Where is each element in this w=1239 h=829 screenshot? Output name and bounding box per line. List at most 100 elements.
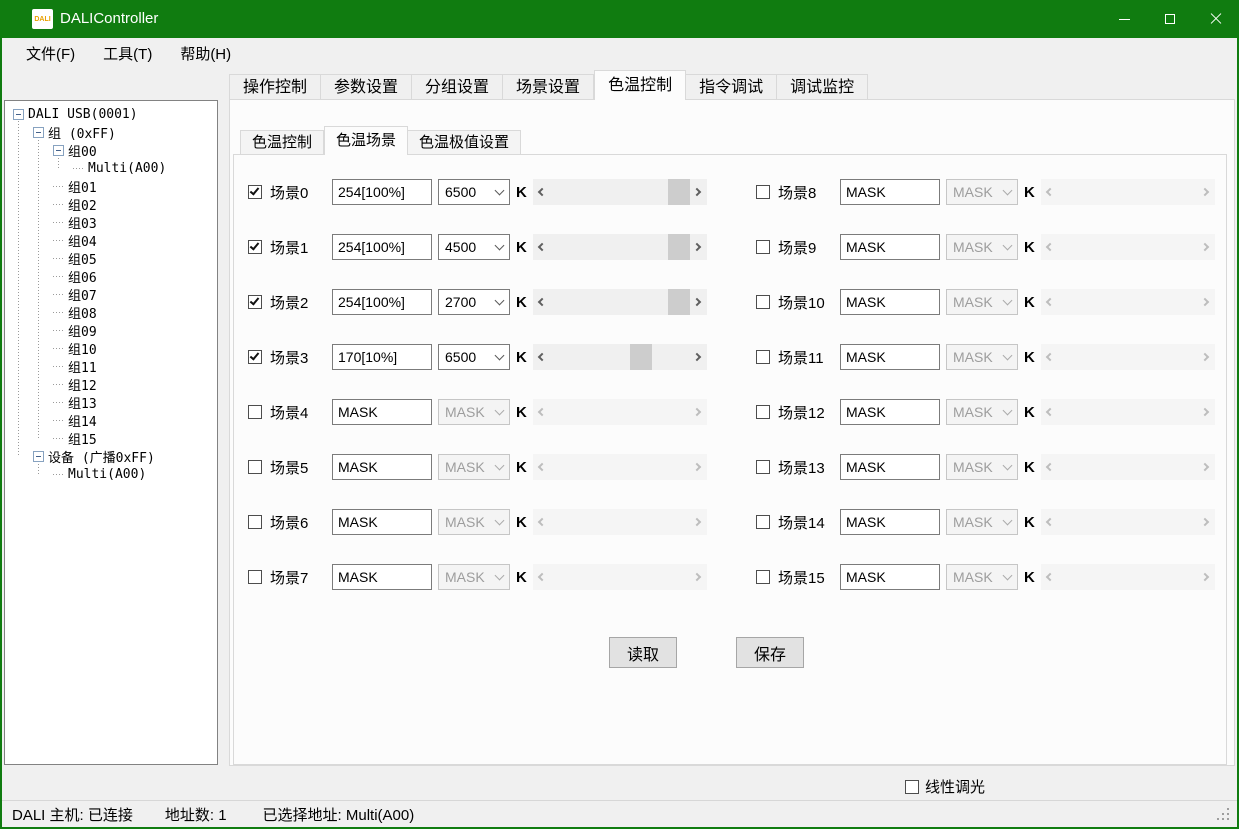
subtab-色温场景[interactable]: 色温场景	[324, 126, 408, 155]
tree-collapse-icon[interactable]	[33, 451, 44, 462]
scroll-left-button[interactable]	[1041, 399, 1058, 425]
tree-item[interactable]: 组11	[53, 357, 97, 375]
scroll-right-button[interactable]	[690, 344, 707, 370]
save-button[interactable]: 保存	[736, 637, 804, 668]
scroll-left-button[interactable]	[1041, 454, 1058, 480]
scene-level-input[interactable]	[840, 564, 940, 590]
scroll-right-button[interactable]	[690, 179, 707, 205]
menu-item[interactable]: 帮助(H)	[166, 39, 245, 68]
scene-checkbox[interactable]	[756, 405, 770, 419]
scene-colortemp-select[interactable]: MASK	[438, 399, 510, 425]
tree-item[interactable]: DALI USB(0001)	[13, 105, 138, 123]
scene-checkbox[interactable]	[756, 515, 770, 529]
scroll-left-button[interactable]	[533, 234, 550, 260]
scroll-right-button[interactable]	[690, 454, 707, 480]
tree-item[interactable]: 组05	[53, 249, 97, 267]
scene-level-input[interactable]	[840, 344, 940, 370]
tab-色温控制[interactable]: 色温控制	[594, 70, 686, 100]
scroll-right-button[interactable]	[1198, 344, 1215, 370]
tree-collapse-icon[interactable]	[33, 127, 44, 138]
scene-scrollbar[interactable]	[533, 454, 707, 480]
scene-checkbox[interactable]	[756, 185, 770, 199]
scene-colortemp-select[interactable]: MASK	[946, 179, 1018, 205]
tree-item[interactable]: 组 (0xFF)	[33, 123, 116, 141]
scene-colortemp-select[interactable]: MASK	[946, 509, 1018, 535]
scene-scrollbar[interactable]	[533, 564, 707, 590]
scene-colortemp-select[interactable]: MASK	[946, 344, 1018, 370]
scrollbar-thumb[interactable]	[668, 179, 690, 205]
tab-调试监控[interactable]: 调试监控	[777, 74, 868, 100]
tree-item[interactable]: 组06	[53, 267, 97, 285]
scene-level-input[interactable]	[840, 399, 940, 425]
tree-item[interactable]: 组01	[53, 177, 97, 195]
scene-level-input[interactable]	[332, 179, 432, 205]
scene-scrollbar[interactable]	[1041, 454, 1215, 480]
scene-checkbox[interactable]	[756, 240, 770, 254]
menu-item[interactable]: 工具(T)	[89, 39, 166, 68]
tree-item[interactable]: 组07	[53, 285, 97, 303]
scroll-right-button[interactable]	[690, 509, 707, 535]
scene-level-input[interactable]	[840, 234, 940, 260]
subtab-色温极值设置[interactable]: 色温极值设置	[408, 130, 521, 155]
scroll-left-button[interactable]	[533, 454, 550, 480]
scene-checkbox[interactable]	[756, 570, 770, 584]
linear-dimming-option[interactable]: 线性调光	[905, 776, 985, 797]
tab-操作控制[interactable]: 操作控制	[229, 74, 321, 100]
scene-checkbox[interactable]	[248, 515, 262, 529]
scroll-left-button[interactable]	[1041, 509, 1058, 535]
scene-scrollbar[interactable]	[1041, 234, 1215, 260]
tree-item[interactable]: Multi(A00)	[73, 159, 166, 177]
tree-item[interactable]: 组09	[53, 321, 97, 339]
linear-dimming-checkbox[interactable]	[905, 780, 919, 794]
scroll-right-button[interactable]	[1198, 234, 1215, 260]
scene-checkbox[interactable]	[248, 405, 262, 419]
scene-scrollbar[interactable]	[1041, 179, 1215, 205]
scroll-left-button[interactable]	[1041, 564, 1058, 590]
tree-item[interactable]: 组08	[53, 303, 97, 321]
scene-colortemp-select[interactable]: 6500	[438, 344, 510, 370]
tree-item[interactable]: 设备 (广播0xFF)	[33, 447, 155, 465]
minimize-button[interactable]	[1101, 0, 1147, 38]
scene-checkbox[interactable]	[248, 185, 262, 199]
scroll-left-button[interactable]	[533, 344, 550, 370]
tab-场景设置[interactable]: 场景设置	[503, 74, 594, 100]
scene-checkbox[interactable]	[248, 295, 262, 309]
tab-指令调试[interactable]: 指令调试	[686, 74, 777, 100]
scene-level-input[interactable]	[840, 179, 940, 205]
scene-colortemp-select[interactable]: 4500	[438, 234, 510, 260]
scene-level-input[interactable]	[332, 454, 432, 480]
scroll-left-button[interactable]	[1041, 179, 1058, 205]
scene-level-input[interactable]	[332, 234, 432, 260]
scene-colortemp-select[interactable]: MASK	[946, 399, 1018, 425]
scroll-left-button[interactable]	[1041, 344, 1058, 370]
tree-item[interactable]: 组14	[53, 411, 97, 429]
scene-scrollbar[interactable]	[1041, 289, 1215, 315]
scene-level-input[interactable]	[332, 564, 432, 590]
scroll-left-button[interactable]	[533, 289, 550, 315]
scene-scrollbar[interactable]	[1041, 344, 1215, 370]
tree-item[interactable]: 组00	[53, 141, 97, 159]
scene-colortemp-select[interactable]: MASK	[438, 564, 510, 590]
scene-scrollbar[interactable]	[533, 234, 707, 260]
resize-grip[interactable]	[1217, 808, 1230, 821]
menu-item[interactable]: 文件(F)	[12, 39, 89, 68]
scroll-right-button[interactable]	[1198, 289, 1215, 315]
tree-item[interactable]: Multi(A00)	[53, 465, 146, 483]
scene-scrollbar[interactable]	[533, 289, 707, 315]
scene-level-input[interactable]	[332, 399, 432, 425]
scroll-right-button[interactable]	[690, 564, 707, 590]
scene-checkbox[interactable]	[248, 570, 262, 584]
scene-scrollbar[interactable]	[1041, 509, 1215, 535]
scroll-left-button[interactable]	[533, 564, 550, 590]
scene-scrollbar[interactable]	[533, 399, 707, 425]
scene-level-input[interactable]	[840, 454, 940, 480]
tree-item[interactable]: 组02	[53, 195, 97, 213]
scene-scrollbar[interactable]	[533, 179, 707, 205]
scene-checkbox[interactable]	[248, 460, 262, 474]
scroll-right-button[interactable]	[690, 289, 707, 315]
tree-item[interactable]: 组10	[53, 339, 97, 357]
scene-colortemp-select[interactable]: MASK	[438, 509, 510, 535]
scroll-right-button[interactable]	[690, 234, 707, 260]
scroll-right-button[interactable]	[690, 399, 707, 425]
scene-level-input[interactable]	[840, 509, 940, 535]
